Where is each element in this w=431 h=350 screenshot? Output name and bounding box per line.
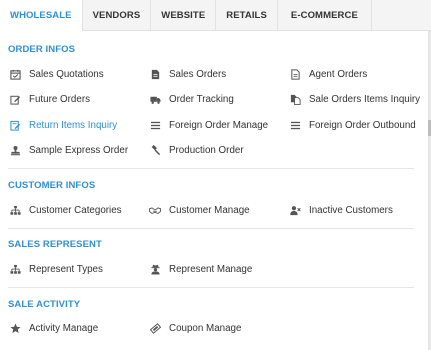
menu-item-label: Customer Categories [29,204,122,216]
menu-item-label: Return Items Inquiry [29,119,118,131]
document-edit-icon [9,119,21,131]
menu-item-coupon-manage[interactable]: Coupon Manage [149,321,241,335]
section-title-customer-infos: CUSTOMER INFOS [8,180,96,191]
menu-item-label: Future Orders [29,93,90,105]
menu-item-inactive-customers[interactable]: Inactive Customers [289,203,393,217]
tab-bar-spacer [372,0,431,30]
menu-item-label: Sale Orders Items Inquiry [309,93,421,105]
menu-item-foreign-order-outbound[interactable]: Foreign Order Outbound [289,118,416,132]
document-outline-icon [289,68,301,80]
document-icon [149,68,161,80]
section-divider [8,168,414,169]
menu-item-represent-types[interactable]: Represent Types [9,262,103,276]
sitemap-icon [9,263,21,275]
calendar-check-icon [9,68,21,80]
user-times-icon [289,204,301,216]
menu-item-label: Represent Manage [169,263,253,275]
menu-item-label: Order Tracking [169,93,234,105]
copy-icon [289,93,301,105]
tab-wholesale[interactable]: WHOLESALE [0,0,83,31]
user-secret-icon [149,263,161,275]
menu-item-sale-orders-items-inquiry[interactable]: Sale Orders Items Inquiry [289,92,420,106]
handshake-icon [149,204,161,216]
menu-item-label: Customer Manage [169,204,250,216]
menu-item-label: Sample Express Order [29,144,129,156]
stamp-icon [9,144,21,156]
menu-item-agent-orders[interactable]: Agent Orders [289,67,367,81]
menu-item-label: Foreign Order Manage [169,119,269,131]
menu-item-label: Coupon Manage [169,322,242,334]
menu-item-customer-categories[interactable]: Customer Categories [9,203,122,217]
list-icon [149,119,161,131]
tab-website[interactable]: WEBSITE [151,0,217,30]
ticket-icon [149,322,161,334]
gavel-icon [149,144,161,156]
menu-item-label: Sales Quotations [29,68,104,80]
section-title-sales-represent: SALES REPRESENT [8,239,102,250]
menu-item-sales-orders[interactable]: Sales Orders [149,67,226,81]
menu-item-label: Production Order [169,144,244,156]
star-icon [9,322,21,334]
menu-item-return-items-inquiry[interactable]: Return Items Inquiry [9,118,117,132]
menu-item-future-orders[interactable]: Future Orders [9,92,90,106]
section-divider [8,287,414,288]
sitemap-icon [9,204,21,216]
menu-item-label: Activity Manage [29,322,99,334]
menu-item-sales-quotations[interactable]: Sales Quotations [9,67,104,81]
section-divider [8,228,414,229]
menu-item-order-tracking[interactable]: Order Tracking [149,92,234,106]
truck-icon [149,93,161,105]
menu-item-activity-manage[interactable]: Activity Manage [9,321,98,335]
menu-item-sample-express-order[interactable]: Sample Express Order [9,143,128,157]
menu-item-represent-manage[interactable]: Represent Manage [149,262,252,276]
list-icon [289,119,301,131]
menu-item-customer-manage[interactable]: Customer Manage [149,203,250,217]
tab-retails[interactable]: RETAILS [216,0,278,30]
menu-item-label: Agent Orders [309,68,368,80]
menu-item-label: Inactive Customers [309,204,393,216]
menu-item-production-order[interactable]: Production Order [149,143,244,157]
menu-item-label: Foreign Order Outbound [309,119,416,131]
tab-e-commerce[interactable]: E-COMMERCE [278,0,372,30]
top-tab-bar: WHOLESALE VENDORS WEBSITE RETAILS E-COMM… [0,0,431,31]
section-title-sale-activity: SALE ACTIVITY [8,299,81,310]
menu-item-label: Represent Types [29,263,103,275]
edit-icon [9,93,21,105]
menu-item-label: Sales Orders [169,68,227,80]
section-title-order-infos: ORDER INFOS [8,44,76,55]
menu-item-foreign-order-manage[interactable]: Foreign Order Manage [149,118,268,132]
tab-vendors[interactable]: VENDORS [83,0,152,30]
